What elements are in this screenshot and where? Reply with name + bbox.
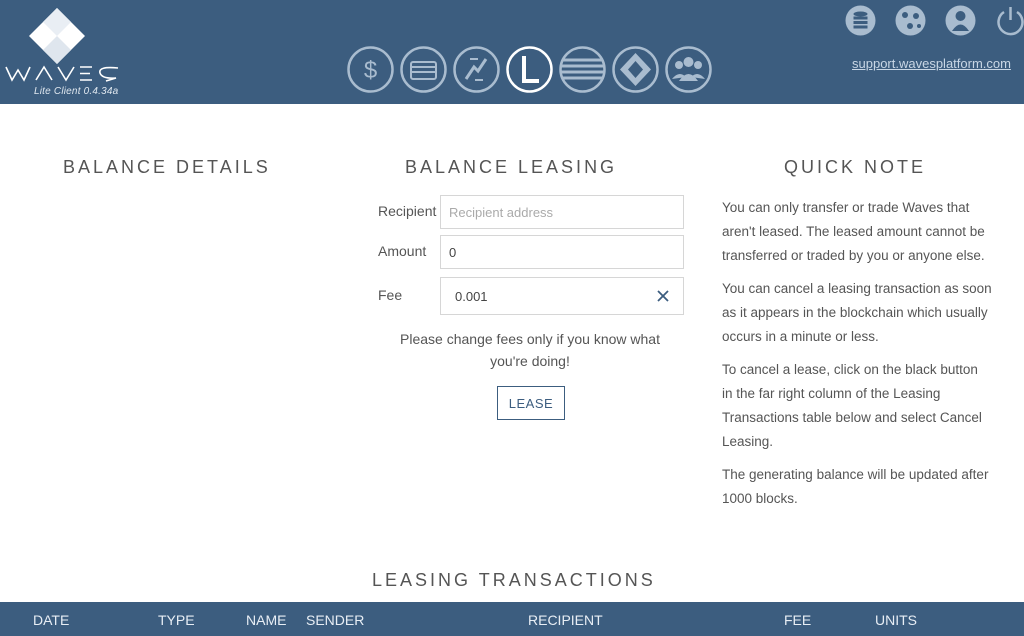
column-header-recipient[interactable]: RECIPIENT (528, 612, 603, 628)
balance-details-title: BALANCE DETAILS (63, 157, 271, 177)
fee-input[interactable] (440, 277, 684, 315)
column-header-type[interactable]: TYPE (158, 612, 195, 628)
top-right-area: support.wavesplatform.com (834, 0, 1024, 104)
nav-exchange[interactable] (452, 45, 501, 94)
recipient-input[interactable] (440, 195, 684, 229)
power-icon (997, 7, 1024, 36)
nav-dex[interactable] (611, 45, 660, 94)
network-icon (895, 5, 926, 36)
column-header-units[interactable]: UNITS (875, 612, 917, 628)
note-paragraph: You can cancel a leasing transaction as … (722, 281, 992, 344)
list-icon (559, 46, 606, 93)
column-header-date[interactable]: DATE (33, 612, 69, 628)
support-link[interactable]: support.wavesplatform.com (852, 56, 1011, 71)
top-icons (844, 4, 1024, 37)
database-icon (845, 5, 876, 36)
nav-leasing[interactable] (505, 45, 554, 94)
nav-history[interactable] (558, 45, 607, 94)
column-header-sender[interactable]: SENDER (306, 612, 364, 628)
column-header-fee[interactable]: FEE (784, 612, 811, 628)
note-paragraph: To cancel a lease, click on the black bu… (722, 362, 982, 449)
dollar-icon: $ (347, 46, 394, 93)
fee-label: Fee (378, 287, 403, 303)
clear-fee-icon[interactable] (656, 289, 670, 303)
lease-button[interactable]: LEASE (497, 386, 565, 420)
nav-portfolio[interactable] (399, 45, 448, 94)
amount-label: Amount (378, 243, 427, 259)
app-header: Lite Client 0.4.34a $ support.wavesplatf… (0, 0, 1024, 104)
recipient-label: Recipient (378, 203, 437, 219)
quick-note-body: You can only transfer or trade Waves tha… (722, 196, 992, 520)
version-label: Lite Client 0.4.34a (34, 86, 119, 97)
account-icon (945, 5, 976, 36)
quick-note-title: QUICK NOTE (784, 157, 927, 177)
account-button[interactable] (944, 4, 977, 37)
leasing-icon (506, 46, 553, 93)
leasing-transactions-title: LEASING TRANSACTIONS (372, 570, 656, 590)
fee-warning-text: Please change fees only if you know what… (400, 331, 660, 369)
waves-wordmark-icon (5, 65, 119, 82)
note-paragraph: The generating balance will be updated a… (722, 467, 989, 506)
column-header-name[interactable]: NAME (246, 612, 286, 628)
note-paragraph: You can only transfer or trade Waves tha… (722, 200, 985, 263)
logout-button[interactable] (994, 4, 1024, 37)
waves-diamond-icon (29, 8, 85, 64)
dex-icon (612, 46, 659, 93)
balance-leasing-title: BALANCE LEASING (405, 157, 618, 177)
main-nav: $ (346, 45, 713, 97)
database-button[interactable] (844, 4, 877, 37)
wallet-icon (400, 46, 447, 93)
community-icon (665, 46, 712, 93)
nav-wallet-dollar[interactable]: $ (346, 45, 395, 94)
waves-logo: Lite Client 0.4.34a (0, 0, 130, 104)
transactions-table-header: DATE TYPE NAME SENDER RECIPIENT FEE UNIT… (0, 602, 1024, 636)
network-button[interactable] (894, 4, 927, 37)
nav-community[interactable] (664, 45, 713, 94)
amount-input[interactable] (440, 235, 684, 269)
exchange-icon (453, 46, 500, 93)
svg-text:$: $ (364, 57, 377, 84)
